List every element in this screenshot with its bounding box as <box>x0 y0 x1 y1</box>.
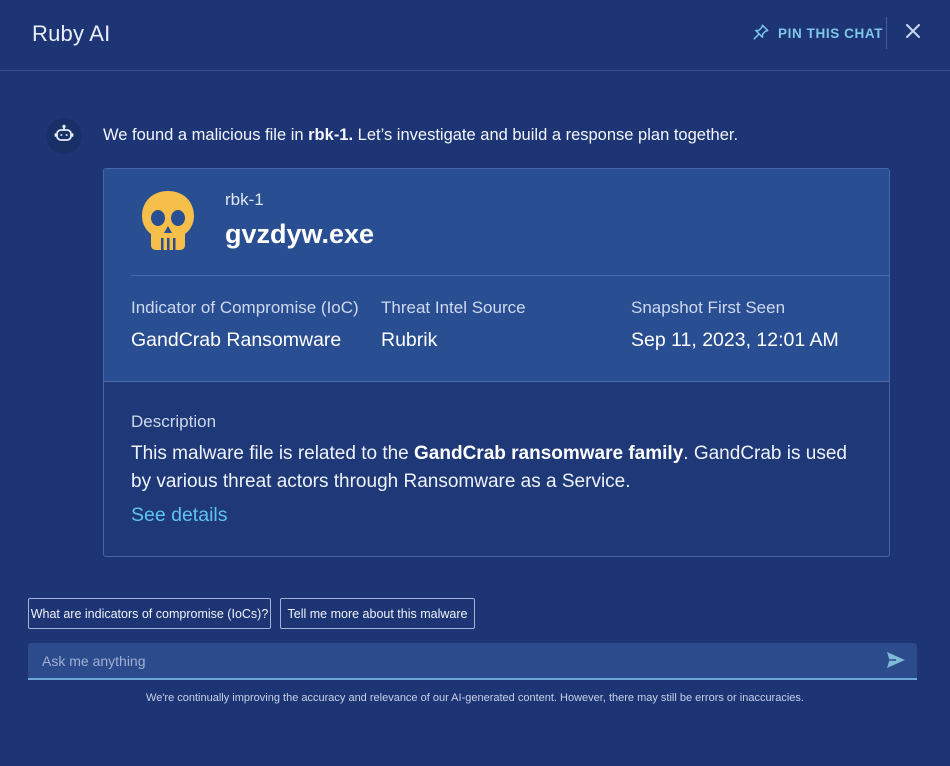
pin-icon <box>752 23 770 44</box>
card-divider <box>104 381 889 382</box>
bot-message-prefix: We found a malicious file in <box>103 126 309 144</box>
chat-header: Ruby AI PIN THIS CHAT <box>0 0 950 71</box>
close-button[interactable] <box>902 22 924 44</box>
first-seen-label: Snapshot First Seen <box>631 298 786 317</box>
ioc-label: Indicator of Compromise (IoC) <box>131 298 359 317</box>
chat-input[interactable] <box>28 643 878 678</box>
intel-source-label: Threat Intel Source <box>381 298 526 317</box>
header-divider <box>886 17 887 49</box>
suggestion-malware-button[interactable]: Tell me more about this malware <box>280 598 475 629</box>
bot-avatar <box>46 118 82 154</box>
close-icon <box>906 23 920 43</box>
disclaimer-text: We're continually improving the accuracy… <box>146 692 804 704</box>
host-name: rbk-1 <box>225 190 264 209</box>
bot-icon <box>54 124 74 149</box>
description-bold: GandCrab ransomware family <box>414 443 684 464</box>
malware-card: rbk-1 gvzdyw.exe Indicator of Compromise… <box>103 168 890 557</box>
first-seen-value: Sep 11, 2023, 12:01 AM <box>631 329 839 351</box>
ioc-value: GandCrab Ransomware <box>131 329 342 351</box>
description-label: Description <box>131 412 217 431</box>
chat-input-container <box>28 643 917 680</box>
pin-chat-button[interactable]: PIN THIS CHAT <box>752 22 883 44</box>
intel-source-value: Rubrik <box>381 329 438 351</box>
description-text: This malware file is related to the Gand… <box>131 440 871 496</box>
send-button[interactable] <box>886 651 908 671</box>
bot-message-suffix: Let’s investigate and build a response p… <box>353 126 739 144</box>
see-details-link[interactable]: See details <box>131 504 227 527</box>
skull-icon <box>139 189 197 253</box>
bot-message: We found a malicious file in rbk-1. Let’… <box>103 126 738 145</box>
bot-message-host: rbk-1. <box>308 126 354 144</box>
pin-chat-label: PIN THIS CHAT <box>778 25 884 41</box>
file-name: gvzdyw.exe <box>225 219 375 249</box>
description-prefix: This malware file is related to the <box>131 443 415 464</box>
suggestion-ioc-button[interactable]: What are indicators of compromise (IoCs)… <box>28 598 271 629</box>
card-divider <box>131 275 889 276</box>
app-title: Ruby AI <box>32 21 111 46</box>
send-icon <box>886 652 906 673</box>
